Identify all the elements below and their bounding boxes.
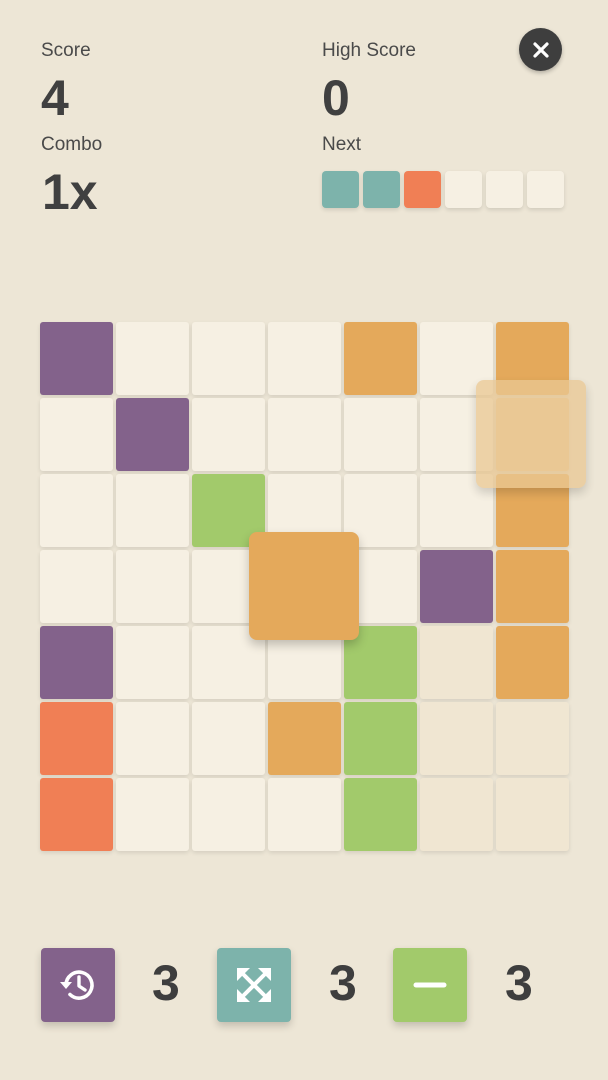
board-cell[interactable] xyxy=(40,550,113,623)
score-label: Score xyxy=(41,40,91,61)
clear-powerup-button[interactable] xyxy=(393,948,467,1022)
board-cell[interactable] xyxy=(116,626,189,699)
high-score-label: High Score xyxy=(322,40,416,61)
undo-count: 3 xyxy=(152,955,180,1011)
board-cell[interactable] xyxy=(344,322,417,395)
next-pieces-queue xyxy=(322,171,564,208)
board-cell[interactable] xyxy=(116,474,189,547)
board-cell[interactable] xyxy=(420,778,493,851)
combo-label: Combo xyxy=(41,134,103,155)
board-cell[interactable] xyxy=(116,778,189,851)
board-cell[interactable] xyxy=(116,550,189,623)
board-cell[interactable] xyxy=(40,398,113,471)
board-cell[interactable] xyxy=(496,702,569,775)
shuffle-powerup-button[interactable] xyxy=(217,948,291,1022)
board-cell[interactable] xyxy=(192,322,265,395)
board-cell[interactable] xyxy=(40,778,113,851)
board-cell[interactable] xyxy=(192,398,265,471)
shuffle-count: 3 xyxy=(329,955,357,1011)
board-cell[interactable] xyxy=(268,322,341,395)
board-cell[interactable] xyxy=(496,778,569,851)
board-cell[interactable] xyxy=(344,778,417,851)
board-cell[interactable] xyxy=(344,702,417,775)
high-score-value: 0 xyxy=(322,70,350,126)
board-cell[interactable] xyxy=(496,550,569,623)
close-icon xyxy=(532,41,549,58)
board-cell[interactable] xyxy=(420,702,493,775)
next-piece-cell xyxy=(486,171,523,208)
board-cell[interactable] xyxy=(496,626,569,699)
next-piece-cell xyxy=(527,171,564,208)
dragged-piece[interactable] xyxy=(249,532,359,640)
board-cell[interactable] xyxy=(40,474,113,547)
history-icon xyxy=(60,970,94,1000)
combo-value: 1x xyxy=(42,164,98,220)
minus-icon xyxy=(413,982,447,988)
board-cell[interactable] xyxy=(192,778,265,851)
undo-powerup-button[interactable] xyxy=(41,948,115,1022)
board-cell[interactable] xyxy=(344,398,417,471)
board-cell[interactable] xyxy=(116,398,189,471)
board-cell[interactable] xyxy=(192,702,265,775)
board-cell[interactable] xyxy=(420,550,493,623)
board-cell[interactable] xyxy=(40,626,113,699)
board-cell[interactable] xyxy=(116,702,189,775)
hover-preview-piece xyxy=(476,380,586,488)
board-cell[interactable] xyxy=(268,778,341,851)
expand-arrows-icon xyxy=(237,968,271,1002)
close-button[interactable] xyxy=(519,28,562,71)
next-piece-cell xyxy=(404,171,441,208)
board-cell[interactable] xyxy=(116,322,189,395)
clear-count: 3 xyxy=(505,955,533,1011)
score-value: 4 xyxy=(41,70,69,126)
next-piece-cell xyxy=(322,171,359,208)
next-piece-cell xyxy=(445,171,482,208)
board-cell[interactable] xyxy=(40,322,113,395)
board-cell[interactable] xyxy=(40,702,113,775)
board-cell[interactable] xyxy=(268,398,341,471)
next-piece-cell xyxy=(363,171,400,208)
board-cell[interactable] xyxy=(420,626,493,699)
board-cell[interactable] xyxy=(268,702,341,775)
next-label: Next xyxy=(322,134,362,155)
